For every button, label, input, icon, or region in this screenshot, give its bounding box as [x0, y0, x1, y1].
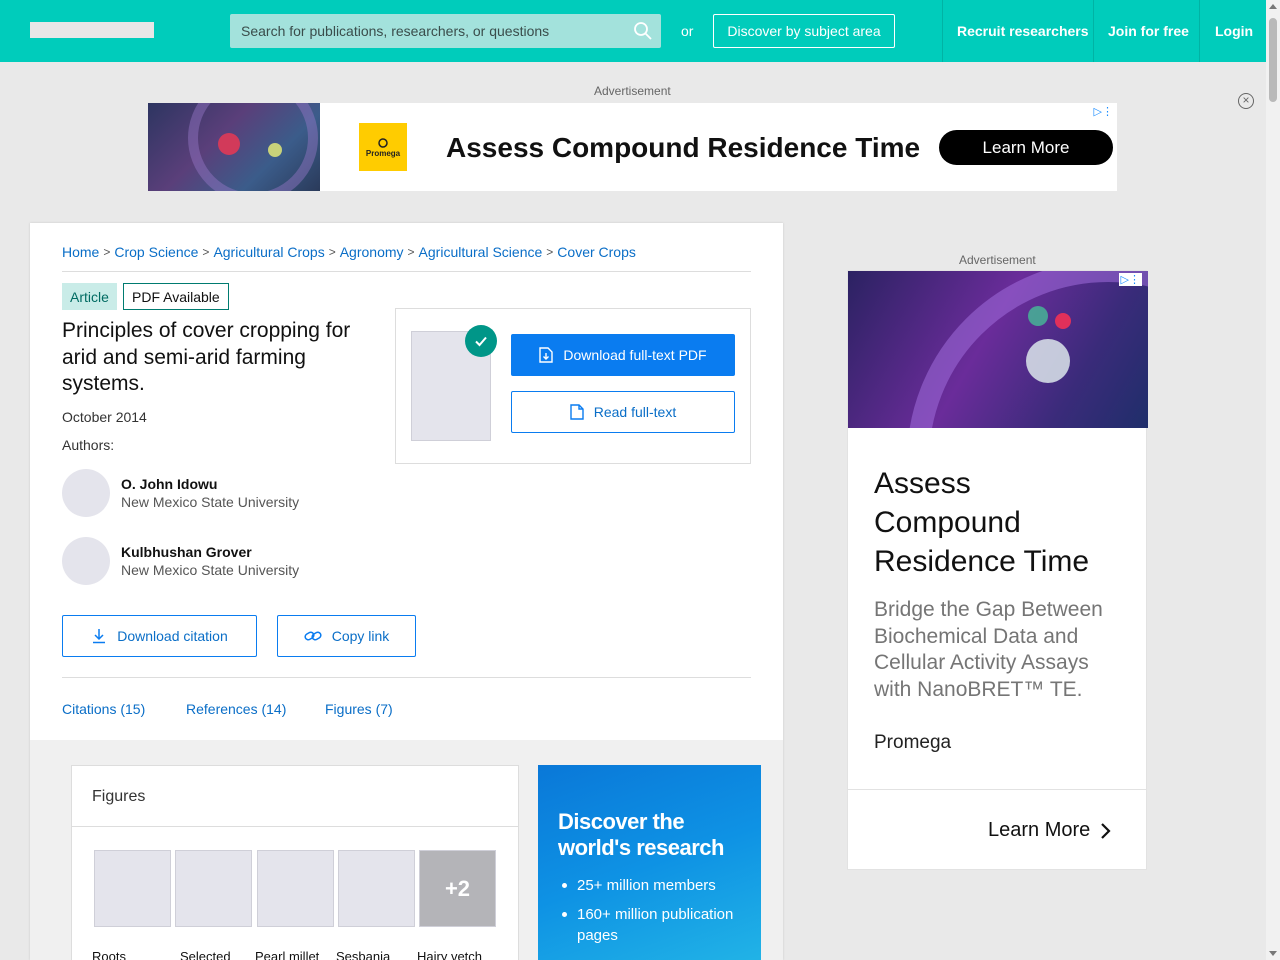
site-logo[interactable] — [30, 22, 154, 38]
author-name[interactable]: O. John Idowu — [121, 476, 217, 492]
chevron-right-icon: > — [202, 245, 210, 259]
sidebar-ad[interactable]: ▷⋮ Assess Compound Residence Time Bridge… — [847, 270, 1148, 870]
download-citation-label: Download citation — [117, 628, 228, 644]
breadcrumb-crop-science[interactable]: Crop Science — [114, 244, 198, 260]
article-title: Principles of cover cropping for arid an… — [62, 319, 351, 395]
divider — [62, 677, 751, 678]
adchoices-icon[interactable]: ▷⋮ — [1118, 273, 1142, 286]
discover-subject-button[interactable]: Discover by subject area — [713, 14, 895, 48]
chevron-right-icon: > — [328, 245, 336, 259]
nav-divider — [1199, 0, 1200, 62]
breadcrumb-agricultural-crops[interactable]: Agricultural Crops — [213, 244, 324, 260]
ad-cta-label: Learn More — [988, 819, 1091, 841]
ad-headline: Assess Compound Residence Time — [874, 467, 1090, 578]
or-text: or — [681, 23, 694, 39]
promega-logo: Promega — [359, 123, 407, 171]
figure-thumbnail[interactable] — [175, 850, 252, 927]
author-name[interactable]: Kulbhushan Grover — [121, 544, 252, 560]
discover-list: 25+ million members 160+ million publica… — [562, 875, 742, 954]
page-scrollbar[interactable] — [1266, 0, 1280, 960]
join-free-link[interactable]: Join for free — [1108, 23, 1189, 39]
close-icon[interactable]: × — [1238, 93, 1254, 109]
figure-thumbnail[interactable] — [338, 850, 415, 927]
tab-references[interactable]: References (14) — [186, 701, 286, 717]
figure-caption[interactable]: Sesbania — [336, 949, 390, 960]
login-link[interactable]: Login — [1215, 23, 1253, 39]
ad-brand-text: Promega — [365, 148, 401, 158]
nav-divider — [942, 0, 943, 62]
top-nav: or Discover by subject area Recruit rese… — [0, 0, 1266, 62]
figure-caption[interactable]: Pearl millet — [255, 949, 319, 960]
file-icon — [570, 404, 584, 420]
scroll-up-icon[interactable] — [1269, 4, 1277, 9]
discover-research-card[interactable]: Discover the world's research 25+ millio… — [538, 765, 761, 960]
ad-label: Advertisement — [594, 84, 671, 98]
download-pdf-button[interactable]: Download full-text PDF — [511, 334, 735, 376]
ad-subtext: Bridge the Gap Between Biochemical Data … — [874, 598, 1103, 701]
ad-image — [148, 103, 320, 191]
tab-figures[interactable]: Figures (7) — [325, 701, 393, 717]
figure-thumbnail[interactable] — [257, 850, 334, 927]
divider — [72, 826, 518, 827]
breadcrumb-home[interactable]: Home — [62, 244, 99, 260]
ad-brand: Promega — [874, 732, 952, 753]
adchoices-icon[interactable]: ▷⋮ — [1094, 105, 1113, 118]
chevron-right-icon: > — [407, 245, 415, 259]
chevron-right-icon: > — [103, 245, 111, 259]
link-icon — [304, 631, 322, 641]
search-icon[interactable] — [633, 21, 653, 41]
download-pdf-label: Download full-text PDF — [563, 347, 707, 363]
pdf-available-badge: PDF Available — [123, 283, 229, 310]
figures-card: Figures +2 Roots Selected Pearl millet S… — [71, 765, 519, 960]
nav-divider — [1093, 0, 1094, 62]
article-type-badge: Article — [62, 283, 117, 310]
breadcrumb: Home > Crop Science > Agricultural Crops… — [62, 244, 636, 260]
figure-thumbnail[interactable] — [94, 850, 171, 927]
divider — [848, 789, 1146, 790]
download-icon — [93, 629, 106, 644]
top-banner-ad[interactable]: Promega Assess Compound Residence Time L… — [148, 103, 1117, 191]
fulltext-box: Download full-text PDF Read full-text — [395, 308, 751, 464]
author-institution[interactable]: New Mexico State University — [121, 562, 299, 578]
download-citation-button[interactable]: Download citation — [62, 615, 257, 657]
figure-caption[interactable]: Selected — [180, 949, 231, 960]
figure-caption[interactable]: Roots — [92, 949, 126, 960]
scroll-thumb[interactable] — [1269, 18, 1277, 102]
more-figures-button[interactable]: +2 — [419, 850, 496, 927]
read-fulltext-button[interactable]: Read full-text — [511, 391, 735, 433]
ad-learn-more-link[interactable]: Learn More — [988, 819, 1112, 842]
breadcrumb-agricultural-science[interactable]: Agricultural Science — [419, 244, 543, 260]
ad-label: Advertisement — [959, 253, 1036, 267]
avatar[interactable] — [62, 537, 110, 585]
avatar[interactable] — [62, 469, 110, 517]
copy-link-label: Copy link — [331, 628, 390, 644]
read-fulltext-label: Read full-text — [593, 404, 677, 420]
figure-caption[interactable]: Hairy vetch — [417, 949, 482, 960]
publication-card: Home > Crop Science > Agricultural Crops… — [30, 223, 783, 960]
breadcrumb-cover-crops[interactable]: Cover Crops — [557, 244, 636, 260]
list-item: 25+ million members — [562, 875, 742, 896]
search-box[interactable] — [230, 14, 661, 48]
check-icon — [465, 325, 497, 357]
tab-citations[interactable]: Citations (15) — [62, 701, 145, 717]
chevron-right-icon: > — [546, 245, 554, 259]
search-input[interactable] — [230, 14, 630, 48]
ad-image — [848, 271, 1148, 428]
scroll-down-icon[interactable] — [1269, 951, 1277, 956]
ad-learn-more-button[interactable]: Learn More — [939, 130, 1113, 165]
divider — [62, 271, 751, 272]
copy-link-button[interactable]: Copy link — [277, 615, 416, 657]
list-item: 160+ million publication pages — [562, 904, 742, 946]
chevron-right-icon — [1101, 822, 1111, 839]
download-icon — [539, 347, 554, 363]
recruit-researchers-link[interactable]: Recruit researchers — [957, 23, 1089, 39]
ad-headline: Assess Compound Residence Time — [446, 132, 921, 163]
figures-heading: Figures — [92, 788, 146, 805]
breadcrumb-agronomy[interactable]: Agronomy — [340, 244, 404, 260]
discover-heading: Discover the world's research — [558, 809, 724, 860]
publication-date: October 2014 — [62, 409, 147, 425]
author-institution[interactable]: New Mexico State University — [121, 494, 299, 510]
authors-label: Authors: — [62, 437, 115, 453]
